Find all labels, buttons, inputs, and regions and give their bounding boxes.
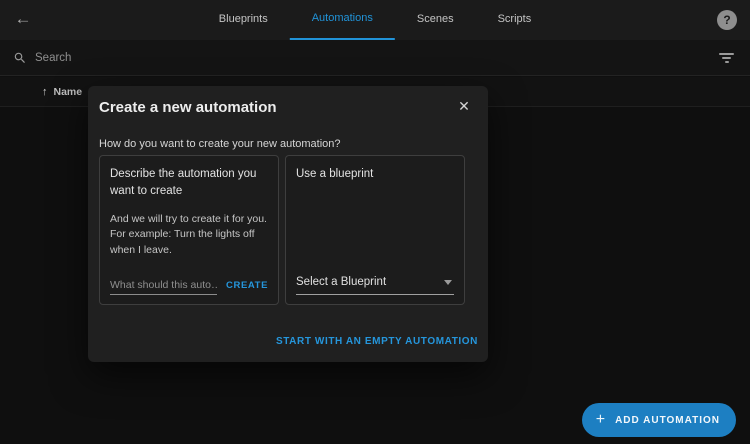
describe-input-row: CREATE [110, 277, 268, 295]
search-input[interactable] [35, 52, 707, 64]
describe-card-body: And we will try to create it for you. Fo… [110, 212, 268, 259]
automation-description-input[interactable] [110, 277, 217, 295]
tab-scenes[interactable]: Scenes [395, 0, 476, 40]
add-automation-label: ADD AUTOMATION [615, 415, 720, 426]
dialog-title: Create a new automation [99, 99, 277, 116]
tab-automations[interactable]: Automations [290, 0, 395, 40]
create-button[interactable]: CREATE [226, 280, 268, 295]
app-toolbar: ← Blueprints Automations Scenes Scripts … [0, 0, 750, 40]
filter-icon[interactable] [719, 53, 734, 63]
close-icon[interactable]: ✕ [454, 96, 474, 116]
dialog-question: How do you want to create your new autom… [99, 138, 341, 150]
plus-icon: + [596, 411, 605, 429]
describe-automation-card: Describe the automation you want to crea… [99, 155, 279, 305]
blueprint-select-label: Select a Blueprint [296, 276, 386, 288]
tab-blueprints[interactable]: Blueprints [197, 0, 290, 40]
help-icon[interactable]: ? [717, 10, 737, 30]
chevron-down-icon [444, 280, 452, 285]
add-automation-button[interactable]: + ADD AUTOMATION [582, 403, 736, 437]
tab-bar: Blueprints Automations Scenes Scripts [197, 0, 553, 40]
blueprint-card-title: Use a blueprint [296, 166, 454, 183]
start-empty-automation-button[interactable]: START WITH AN EMPTY AUTOMATION [276, 336, 478, 347]
back-button[interactable]: ← [8, 4, 38, 34]
automations-page: ← Blueprints Automations Scenes Scripts … [0, 0, 750, 444]
describe-card-title: Describe the automation you want to crea… [110, 166, 268, 201]
sort-ascending-icon[interactable]: ↑ [42, 86, 48, 98]
search-bar [0, 40, 750, 76]
search-icon [13, 51, 27, 65]
dialog-option-cards: Describe the automation you want to crea… [99, 155, 465, 305]
back-arrow-icon: ← [15, 9, 32, 29]
blueprint-select[interactable]: Select a Blueprint [296, 276, 454, 295]
column-header-name[interactable]: Name [54, 86, 83, 98]
tab-scripts[interactable]: Scripts [476, 0, 554, 40]
create-automation-dialog: Create a new automation ✕ How do you wan… [88, 86, 488, 362]
use-blueprint-card: Use a blueprint Select a Blueprint [285, 155, 465, 305]
